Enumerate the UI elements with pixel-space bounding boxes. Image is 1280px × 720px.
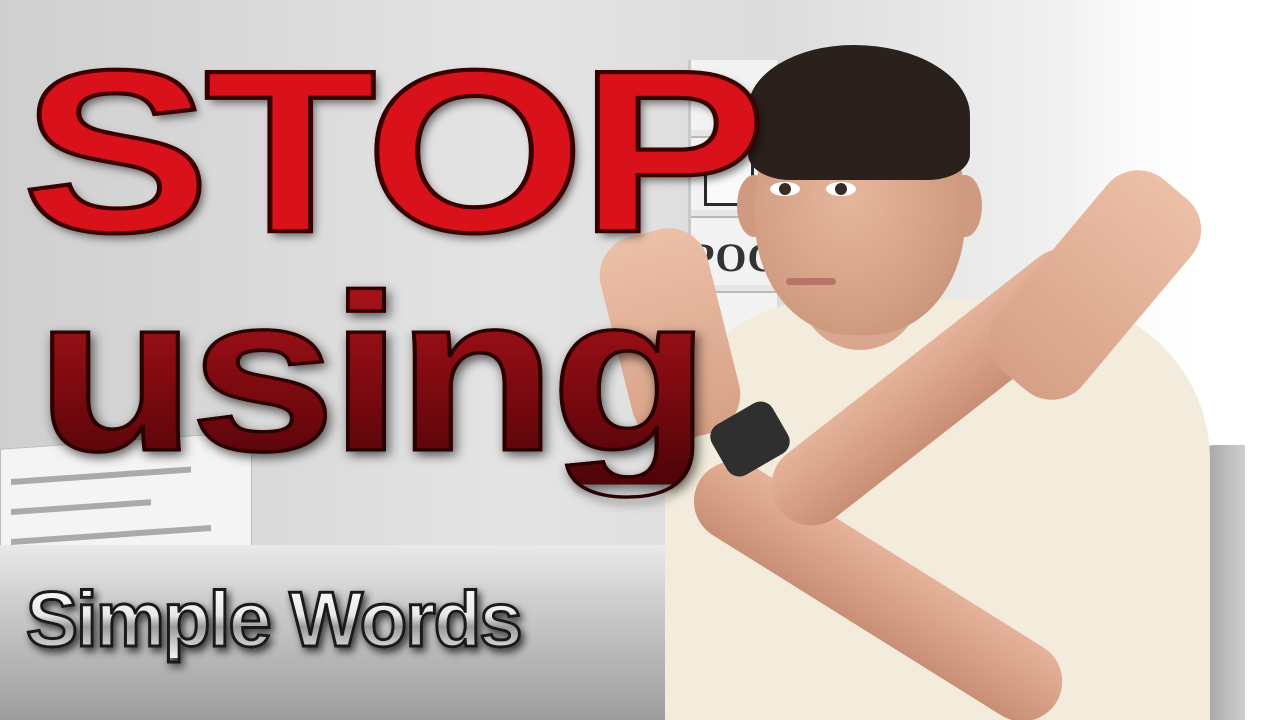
person-eye-right (826, 182, 856, 196)
paper-line (11, 499, 151, 516)
paper-line (11, 525, 211, 546)
subheadline-simple-words: Simple Words (25, 575, 525, 663)
person-eyebrow-right (823, 168, 865, 175)
person-mouth (786, 278, 836, 285)
headline-using: using (34, 248, 713, 498)
headline-stop: STOP (20, 22, 770, 281)
person-hair (748, 45, 970, 180)
person-eyebrow-left (768, 168, 810, 175)
person-eye-left (770, 182, 800, 196)
thumbnail-scene: POC STOP using Simple Words (0, 0, 1280, 720)
